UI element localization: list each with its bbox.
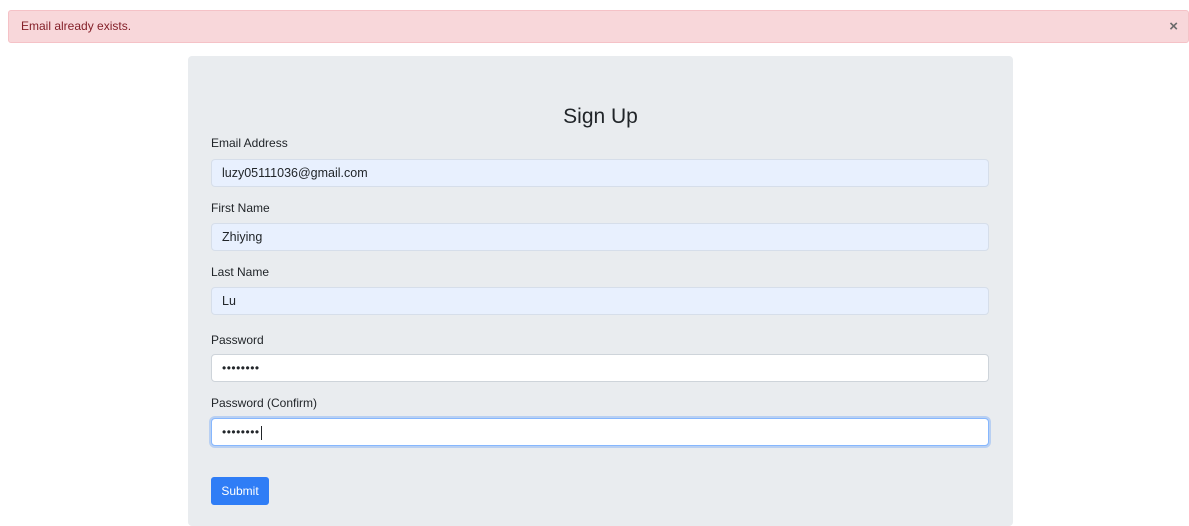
password-confirm-label: Password (Confirm) xyxy=(211,396,318,410)
alert-message: Email already exists. xyxy=(21,19,132,33)
password-confirm-field[interactable]: •••••••• xyxy=(211,418,989,446)
last-name-field[interactable]: Lu xyxy=(211,287,989,315)
password-label: Password xyxy=(211,333,264,347)
email-field[interactable]: luzy05111036@gmail.com xyxy=(211,159,989,187)
first-name-value: Zhiying xyxy=(222,230,263,244)
text-caret xyxy=(260,425,262,440)
page-title: Sign Up xyxy=(563,105,638,128)
password-confirm-value: •••••••• xyxy=(222,425,260,439)
password-value: •••••••• xyxy=(222,361,260,375)
first-name-field[interactable]: Zhiying xyxy=(211,223,989,251)
password-field[interactable]: •••••••• xyxy=(211,354,989,382)
email-label: Email Address xyxy=(211,136,288,150)
last-name-value: Lu xyxy=(222,294,236,308)
email-value: luzy05111036@gmail.com xyxy=(222,166,368,180)
last-name-label: Last Name xyxy=(211,265,270,279)
signup-card: Sign Up Email Address luzy05111036@gmail… xyxy=(188,56,1013,526)
error-alert: Email already exists. × xyxy=(8,10,1189,43)
submit-button[interactable]: Submit xyxy=(211,477,269,505)
first-name-label: First Name xyxy=(211,201,270,215)
close-icon[interactable]: × xyxy=(1169,11,1178,42)
